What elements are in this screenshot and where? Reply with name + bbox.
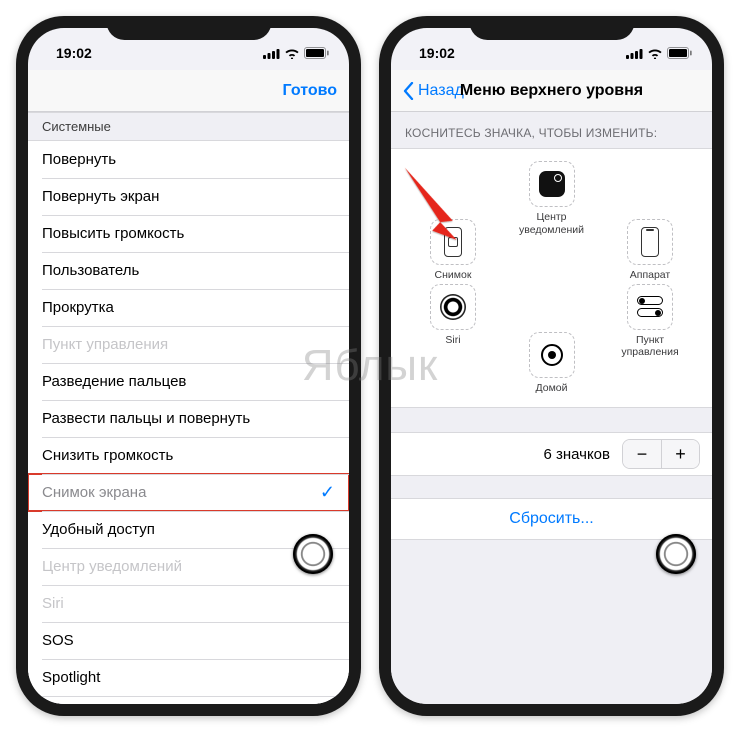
slot-label: Пункт управления: [616, 334, 684, 359]
home-icon: [541, 344, 563, 366]
slot-siri[interactable]: Siri: [419, 284, 487, 347]
row-label: Снизить громкость: [42, 447, 173, 464]
stepper-plus-button[interactable]: +: [661, 440, 699, 468]
system-list: Повернуть Повернуть экран Повысить громк…: [28, 141, 349, 704]
section-header-system: Системные: [28, 112, 349, 141]
device-icon: [641, 227, 659, 257]
stepper-minus-button[interactable]: −: [623, 440, 661, 468]
back-button[interactable]: Назад: [403, 82, 464, 100]
slot-notification-center[interactable]: Центр уведомлений: [518, 161, 586, 236]
status-indicators: [263, 47, 329, 59]
row-label: Удобный доступ: [42, 521, 155, 538]
cellular-icon: [626, 48, 643, 59]
row-label: Пользователь: [42, 262, 139, 279]
row-label: Прокрутка: [42, 299, 114, 316]
left-screen: 19:02 Готово Системные: [28, 28, 349, 704]
wifi-icon: [647, 48, 663, 59]
notch: [469, 16, 634, 40]
reset-button[interactable]: Сбросить...: [391, 498, 712, 540]
icon-grid: Центр уведомлений Снимок экрана Аппарат …: [391, 148, 712, 408]
icon-count-label: 6 значков: [543, 446, 610, 463]
screenshot-icon: [444, 227, 462, 257]
wifi-icon: [284, 48, 300, 59]
row-rotate-screen[interactable]: Повернуть экран: [28, 178, 349, 215]
left-phone-frame: 19:02 Готово Системные: [16, 16, 361, 716]
slot-label: Аппарат: [616, 269, 684, 282]
row-label: Развести пальцы и повернуть: [42, 410, 250, 427]
slot-home[interactable]: Домой: [518, 332, 586, 395]
battery-icon: [304, 47, 329, 59]
checkmark-icon: ✓: [320, 482, 335, 503]
reset-label: Сбросить...: [509, 510, 593, 528]
slot-label: Siri: [419, 334, 487, 347]
row-control-center: Пункт управления: [28, 326, 349, 363]
row-apple-pay[interactable]: Pay: [28, 696, 349, 704]
slot-screenshot[interactable]: Снимок экрана: [419, 219, 487, 294]
notification-center-icon: [539, 171, 565, 197]
notch: [106, 16, 271, 40]
row-sos[interactable]: SOS: [28, 622, 349, 659]
row-label: Пункт управления: [42, 336, 168, 353]
row-pinch[interactable]: Разведение пальцев: [28, 363, 349, 400]
row-label: Снимок экрана: [42, 484, 146, 501]
row-rotate[interactable]: Повернуть: [28, 141, 349, 178]
right-navbar: Назад Меню верхнего уровня: [391, 70, 712, 112]
row-label: Разведение пальцев: [42, 373, 186, 390]
right-phone-frame: 19:02 Назад Мен: [379, 16, 724, 716]
row-spotlight[interactable]: Spotlight: [28, 659, 349, 696]
slot-device[interactable]: Аппарат: [616, 219, 684, 282]
row-label: Повернуть экран: [42, 188, 159, 205]
slot-label: Домой: [518, 382, 586, 395]
chevron-left-icon: [403, 82, 414, 100]
row-label: Повернуть: [42, 151, 116, 168]
done-button[interactable]: Готово: [283, 82, 337, 100]
battery-icon: [667, 47, 692, 59]
row-label: Повысить громкость: [42, 225, 184, 242]
row-label: Siri: [42, 595, 64, 612]
icon-count-row: 6 значков − +: [391, 432, 712, 476]
row-scroll[interactable]: Прокрутка: [28, 289, 349, 326]
icon-count-stepper: − +: [622, 439, 700, 469]
control-center-icon: [637, 296, 663, 317]
row-raise-volume[interactable]: Повысить громкость: [28, 215, 349, 252]
row-label: Spotlight: [42, 669, 100, 686]
row-label: SOS: [42, 632, 74, 649]
row-user[interactable]: Пользователь: [28, 252, 349, 289]
back-label: Назад: [418, 82, 464, 100]
right-screen: 19:02 Назад Мен: [391, 28, 712, 704]
slot-control-center[interactable]: Пункт управления: [616, 284, 684, 359]
status-time: 19:02: [56, 45, 92, 61]
left-content: Системные Повернуть Повернуть экран Повы…: [28, 112, 349, 704]
status-time: 19:02: [419, 45, 455, 61]
hint-text: КОСНИТЕСЬ ЗНАЧКА, ЧТОБЫ ИЗМЕНИТЬ:: [391, 112, 712, 148]
right-content: КОСНИТЕСЬ ЗНАЧКА, ЧТОБЫ ИЗМЕНИТЬ: Центр …: [391, 112, 712, 704]
left-navbar: Готово: [28, 70, 349, 112]
row-lower-volume[interactable]: Снизить громкость: [28, 437, 349, 474]
row-label: Центр уведомлений: [42, 558, 182, 575]
status-indicators: [626, 47, 692, 59]
cellular-icon: [263, 48, 280, 59]
row-siri: Siri: [28, 585, 349, 622]
row-pinch-rotate[interactable]: Развести пальцы и повернуть: [28, 400, 349, 437]
assistive-touch-button[interactable]: [656, 534, 696, 574]
assistive-touch-button[interactable]: [293, 534, 333, 574]
row-screenshot[interactable]: Снимок экрана ✓: [28, 474, 349, 511]
siri-icon: [440, 294, 466, 320]
slot-label: Центр уведомлений: [518, 211, 586, 236]
